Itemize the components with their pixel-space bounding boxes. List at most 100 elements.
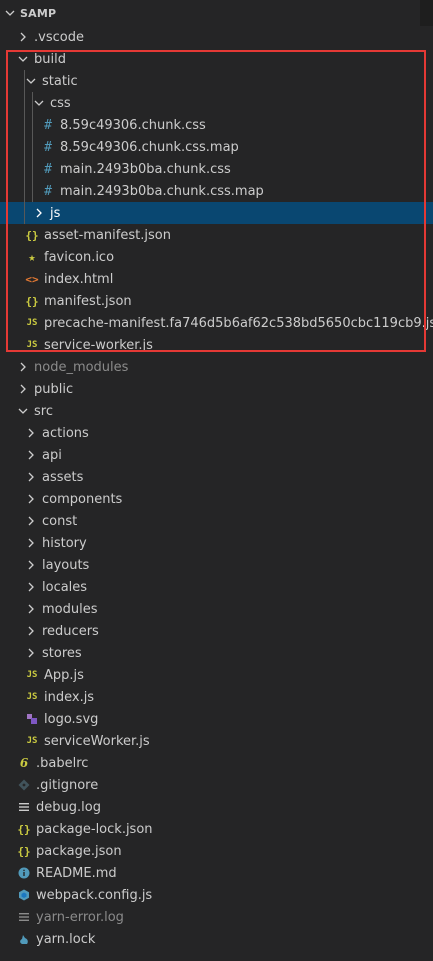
tree-item-label: favicon.ico — [44, 249, 115, 265]
indent-guide — [24, 92, 25, 114]
tree-item-label: manifest.json — [44, 293, 132, 309]
chevron-right-icon[interactable] — [32, 202, 46, 224]
tree-file-html[interactable]: <> index.html — [0, 268, 433, 290]
chevron-right-icon[interactable] — [24, 488, 38, 510]
tree-item-label: 8.59c49306.chunk.css — [60, 117, 206, 133]
chevron-down-icon[interactable] — [16, 48, 30, 70]
tree-folder-stores[interactable]: stores — [0, 642, 433, 664]
tree-item-label: api — [42, 447, 62, 463]
explorer-section-header[interactable]: SAMP — [0, 0, 433, 26]
tree-file-js[interactable]: JS serviceWorker.js — [0, 730, 433, 752]
tree-folder-components[interactable]: components — [0, 488, 433, 510]
tree-file-yarn-lock[interactable]: yarn.lock — [0, 928, 433, 950]
json-file-icon: {} — [25, 228, 39, 242]
json-file-icon: {} — [17, 822, 31, 836]
chevron-right-icon[interactable] — [24, 598, 38, 620]
tree-file-json[interactable]: {} package.json — [0, 840, 433, 862]
tree-item-label: actions — [42, 425, 89, 441]
tree-file-js[interactable]: JS index.js — [0, 686, 433, 708]
tree-item-label: yarn.lock — [36, 931, 96, 947]
tree-folder-const[interactable]: const — [0, 510, 433, 532]
tree-folder-layouts[interactable]: layouts — [0, 554, 433, 576]
tree-file-ico[interactable]: ★ favicon.ico — [0, 246, 433, 268]
chevron-right-icon[interactable] — [24, 620, 38, 642]
chevron-right-icon[interactable] — [16, 26, 30, 48]
chevron-down-icon[interactable] — [32, 92, 46, 114]
tree-file-log[interactable]: debug.log — [0, 796, 433, 818]
indent-guide — [24, 136, 25, 158]
tree-item-label: .babelrc — [36, 755, 89, 771]
tree-file-js[interactable]: JS precache-manifest.fa746d5b6af62c538bd… — [0, 312, 433, 334]
css-file-icon: # — [44, 117, 52, 133]
tree-item-label: css — [50, 95, 71, 111]
tree-item-label: asset-manifest.json — [44, 227, 171, 243]
tree-folder-modules[interactable]: modules — [0, 598, 433, 620]
tree-file-gitignore[interactable]: .gitignore — [0, 774, 433, 796]
js-file-icon: JS — [26, 692, 38, 702]
indent-guide — [32, 136, 33, 158]
tree-file-log[interactable]: yarn-error.log — [0, 906, 433, 928]
tree-item-label: serviceWorker.js — [44, 733, 150, 749]
tree-file-css[interactable]: # 8.59c49306.chunk.css.map — [0, 136, 433, 158]
tree-item-label: package-lock.json — [36, 821, 153, 837]
tree-folder-locales[interactable]: locales — [0, 576, 433, 598]
chevron-right-icon[interactable] — [24, 554, 38, 576]
tree-file-babelrc[interactable]: 6 .babelrc — [0, 752, 433, 774]
tree-folder-js[interactable]: js — [0, 202, 433, 224]
tree-folder-node-modules[interactable]: node_modules — [0, 356, 433, 378]
tree-folder-reducers[interactable]: reducers — [0, 620, 433, 642]
tree-item-label: assets — [42, 469, 84, 485]
chevron-right-icon[interactable] — [24, 444, 38, 466]
chevron-right-icon[interactable] — [16, 378, 30, 400]
tree-file-css[interactable]: # main.2493b0ba.chunk.css — [0, 158, 433, 180]
chevron-down-icon[interactable] — [16, 400, 30, 422]
tree-item-label: yarn-error.log — [36, 909, 124, 925]
log-file-icon — [16, 906, 32, 928]
webpack-icon — [16, 884, 32, 906]
chevron-right-icon[interactable] — [24, 510, 38, 532]
tree-file-css[interactable]: # 8.59c49306.chunk.css — [0, 114, 433, 136]
chevron-right-icon[interactable] — [24, 576, 38, 598]
scrollbar-track[interactable] — [420, 0, 433, 26]
tree-file-json[interactable]: {} manifest.json — [0, 290, 433, 312]
indent-guide — [24, 202, 25, 224]
tree-file-json[interactable]: {} package-lock.json — [0, 818, 433, 840]
tree-file-webpack[interactable]: webpack.config.js — [0, 884, 433, 906]
tree-folder-api[interactable]: api — [0, 444, 433, 466]
tree-file-readme[interactable]: README.md — [0, 862, 433, 884]
chevron-right-icon[interactable] — [24, 532, 38, 554]
tree-file-js[interactable]: JS App.js — [0, 664, 433, 686]
json-file-icon: {} — [25, 294, 39, 308]
chevron-down-icon[interactable] — [3, 8, 17, 18]
tree-item-label: build — [34, 51, 66, 67]
tree-folder-static[interactable]: static — [0, 70, 433, 92]
tree-folder-actions[interactable]: actions — [0, 422, 433, 444]
tree-folder-assets[interactable]: assets — [0, 466, 433, 488]
tree-item-label: public — [34, 381, 74, 397]
star-icon: ★ — [28, 250, 36, 264]
tree-file-json[interactable]: {} asset-manifest.json — [0, 224, 433, 246]
tree-file-svg[interactable]: logo.svg — [0, 708, 433, 730]
tree-item-label: package.json — [36, 843, 122, 859]
explorer-root-title: SAMP — [20, 6, 57, 20]
tree-file-css[interactable]: # main.2493b0ba.chunk.css.map — [0, 180, 433, 202]
tree-folder-src[interactable]: src — [0, 400, 433, 422]
info-icon — [16, 862, 32, 884]
tree-item-label: reducers — [42, 623, 99, 639]
tree-folder-css[interactable]: css — [0, 92, 433, 114]
tree-folder-build[interactable]: build — [0, 48, 433, 70]
css-file-icon: # — [44, 139, 52, 155]
chevron-down-icon[interactable] — [24, 70, 38, 92]
tree-file-js[interactable]: JS service-worker.js — [0, 334, 433, 356]
tree-item-label: README.md — [36, 865, 117, 881]
file-tree: .vscode build static css # 8.59c49306.ch… — [0, 26, 433, 950]
tree-item-label: static — [42, 73, 78, 89]
tree-folder-vscode[interactable]: .vscode — [0, 26, 433, 48]
chevron-right-icon[interactable] — [24, 422, 38, 444]
chevron-right-icon[interactable] — [24, 466, 38, 488]
tree-folder-history[interactable]: history — [0, 532, 433, 554]
chevron-right-icon[interactable] — [16, 356, 30, 378]
tree-folder-public[interactable]: public — [0, 378, 433, 400]
chevron-right-icon[interactable] — [24, 642, 38, 664]
indent-guide — [32, 158, 33, 180]
